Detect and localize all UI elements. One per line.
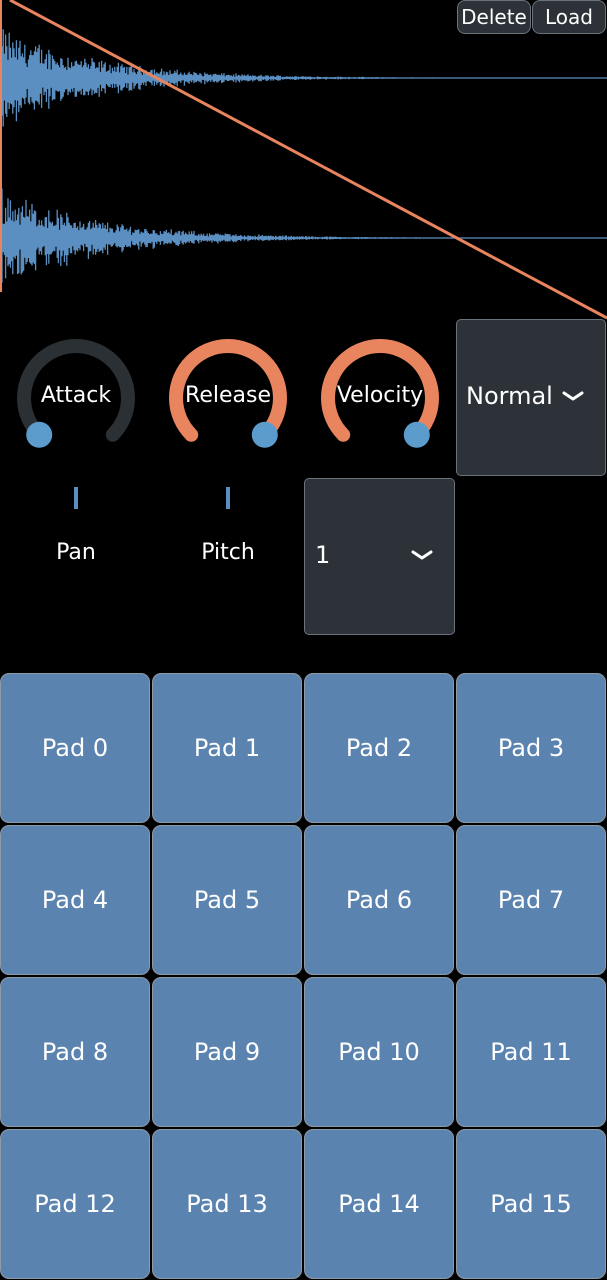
- mode-dropdown-value: Normal: [466, 382, 553, 410]
- pad-4[interactable]: Pad 4: [0, 825, 150, 975]
- pad-grid: Pad 0 Pad 1 Pad 2 Pad 3 Pad 4 Pad 5 Pad …: [0, 673, 607, 1280]
- pad-14[interactable]: Pad 14: [304, 1129, 454, 1279]
- knob-handle[interactable]: [403, 421, 430, 448]
- pad-15[interactable]: Pad 15: [456, 1129, 606, 1279]
- pad-8[interactable]: Pad 8: [0, 977, 150, 1127]
- channel-dropdown-value: 1: [315, 541, 331, 569]
- waveform-display[interactable]: [0, 0, 607, 320]
- knob-handle[interactable]: [251, 421, 278, 448]
- knob-arc: [169, 339, 287, 442]
- pad-0[interactable]: Pad 0: [0, 673, 150, 823]
- pad-3[interactable]: Pad 3: [456, 673, 606, 823]
- knob-arc: [321, 339, 439, 442]
- release-knob[interactable]: Release: [166, 336, 290, 460]
- knob-handle[interactable]: [26, 421, 53, 448]
- pad-13[interactable]: Pad 13: [152, 1129, 302, 1279]
- pan-slider[interactable]: [74, 487, 78, 509]
- pad-1[interactable]: Pad 1: [152, 673, 302, 823]
- pad-2[interactable]: Pad 2: [304, 673, 454, 823]
- pitch-label: Pitch: [201, 540, 255, 565]
- velocity-knob[interactable]: Velocity: [318, 336, 442, 460]
- attack-knob[interactable]: Attack: [14, 336, 138, 460]
- attack-knob-dial: [17, 339, 135, 448]
- sampler-app: Delete Load Attack Release Velocity Pan …: [0, 0, 607, 1280]
- knob-arc: [17, 339, 135, 442]
- release-knob-dial: [169, 339, 287, 448]
- waveform-channel-0: [1, 29, 460, 127]
- pad-10[interactable]: Pad 10: [304, 977, 454, 1127]
- velocity-knob-dial: [321, 339, 439, 448]
- chevron-down-icon: [411, 550, 433, 560]
- pad-7[interactable]: Pad 7: [456, 825, 606, 975]
- pad-12[interactable]: Pad 12: [0, 1129, 150, 1279]
- chevron-down-icon: [562, 391, 584, 401]
- pad-11[interactable]: Pad 11: [456, 977, 606, 1127]
- pad-9[interactable]: Pad 9: [152, 977, 302, 1127]
- load-button[interactable]: Load: [532, 0, 606, 34]
- pad-6[interactable]: Pad 6: [304, 825, 454, 975]
- envelope-line[interactable]: [9, 0, 607, 320]
- channel-dropdown[interactable]: 1: [304, 478, 455, 635]
- delete-button[interactable]: Delete: [457, 0, 531, 34]
- pitch-slider[interactable]: [226, 487, 230, 509]
- pan-label: Pan: [56, 540, 96, 565]
- pad-5[interactable]: Pad 5: [152, 825, 302, 975]
- mode-dropdown[interactable]: Normal: [456, 319, 606, 476]
